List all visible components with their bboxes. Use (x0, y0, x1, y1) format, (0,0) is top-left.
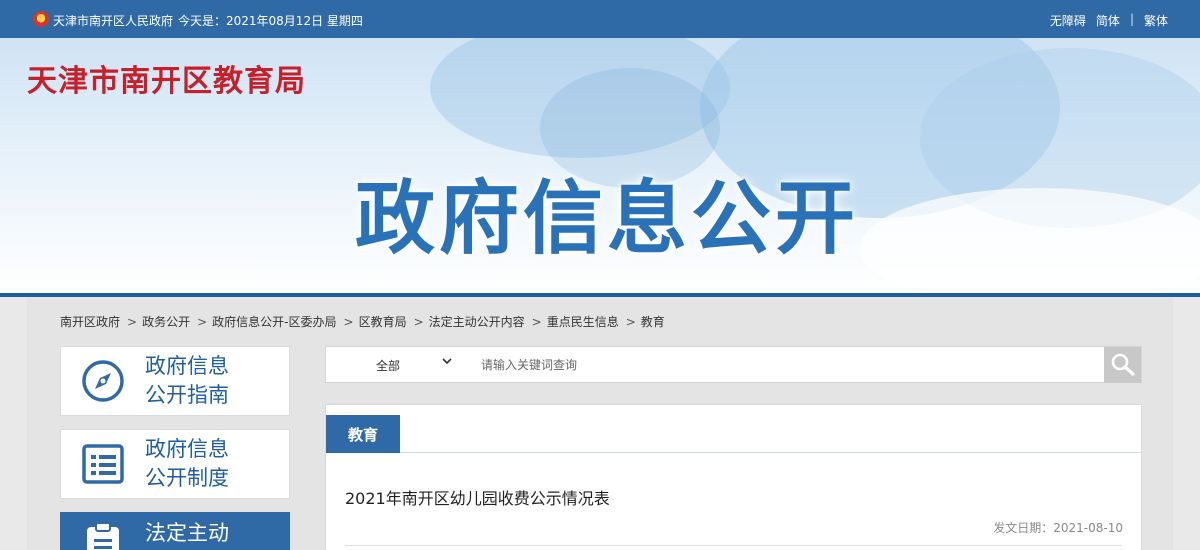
accessibility-link[interactable]: 无障碍 (1050, 12, 1086, 29)
clipboard-icon (81, 519, 125, 550)
header-banner: 天津市南开区教育局 政府信息公开 (0, 38, 1200, 294)
sidebar-item-disclosure-system[interactable]: 政府信息 公开制度 (60, 429, 290, 499)
category-underline (326, 452, 1141, 453)
traditional-chinese-link[interactable]: 繁体 (1144, 12, 1168, 29)
breadcrumb-item[interactable]: 法定主动公开内容 (429, 315, 525, 329)
link-separator: | (1129, 12, 1134, 26)
collapse-toggle-icon[interactable]: - (265, 541, 272, 550)
bureau-logo-title[interactable]: 天津市南开区教育局 (27, 56, 306, 100)
banner-headline: 政府信息公开 (355, 172, 859, 265)
sidebar-label-line: 公开指南 (145, 383, 229, 407)
publish-date: 发文日期：2021-08-10 (993, 521, 1123, 535)
breadcrumb-item[interactable]: 南开区政府 (60, 315, 120, 329)
search-scope-select[interactable]: 全部 (376, 357, 400, 374)
sidebar-label-line: 政府信息 (145, 354, 229, 378)
breadcrumb: 南开区政府 > 政务公开 > 政府信息公开-区委办局 > 区教育局 > 法定主动公开内容 > 重点民… (60, 313, 667, 330)
chevron-down-icon[interactable] (441, 355, 453, 370)
breadcrumb-arrow: > (197, 315, 208, 329)
breadcrumb-arrow: > (413, 315, 424, 329)
breadcrumb-item-current[interactable]: 教育 (641, 315, 665, 329)
site-name-link[interactable]: 天津市南开区人民政府 (53, 12, 173, 29)
breadcrumb-item[interactable]: 重点民生信息 (547, 315, 619, 329)
breadcrumb-arrow: > (531, 315, 542, 329)
category-tab[interactable]: 教育 (326, 415, 400, 453)
breadcrumb-arrow: > (127, 315, 138, 329)
national-emblem-icon (33, 11, 49, 27)
search-button[interactable] (1104, 347, 1141, 383)
sidebar-item-label: 政府信息 公开制度 (145, 435, 229, 493)
sidebar-label-line: 法定主动 (145, 521, 229, 545)
document-list-icon (81, 442, 125, 486)
search-input[interactable] (481, 353, 1081, 377)
article-divider (345, 545, 1122, 546)
breadcrumb-item[interactable]: 政府信息公开-区委办局 (212, 315, 336, 329)
sidebar-label-line: 公开制度 (145, 466, 229, 490)
breadcrumb-item[interactable]: 区教育局 (359, 315, 407, 329)
breadcrumb-arrow: > (343, 315, 354, 329)
search-icon (1111, 353, 1135, 376)
breadcrumb-arrow: > (625, 315, 636, 329)
article-list: 教育 2021年南开区幼儿园收费公示情况表 发文日期：2021-08-10 (325, 404, 1142, 550)
sidebar-label-line: 政府信息 (145, 437, 229, 461)
simplified-chinese-link[interactable]: 简体 (1096, 12, 1120, 29)
sidebar-item-label: 法定主动 (145, 519, 229, 548)
sidebar-item-label: 政府信息 公开指南 (145, 352, 229, 410)
current-date: 今天是：2021年08月12日 星期四 (178, 14, 363, 28)
sidebar-item-mandatory-disclosure[interactable]: 法定主动 - (60, 512, 290, 550)
sidebar-item-disclosure-guide[interactable]: 政府信息 公开指南 (60, 346, 290, 416)
top-links: 无障碍 简体 | 繁体 (1050, 12, 1168, 29)
top-bar: 天津市南开区人民政府 今天是：2021年08月12日 星期四 无障碍 简体 | … (0, 0, 1200, 38)
article-title-link[interactable]: 2021年南开区幼儿园收费公示情况表 (345, 485, 610, 509)
search-bar: 全部 (325, 346, 1142, 383)
breadcrumb-item[interactable]: 政务公开 (142, 315, 190, 329)
compass-icon (81, 359, 125, 403)
